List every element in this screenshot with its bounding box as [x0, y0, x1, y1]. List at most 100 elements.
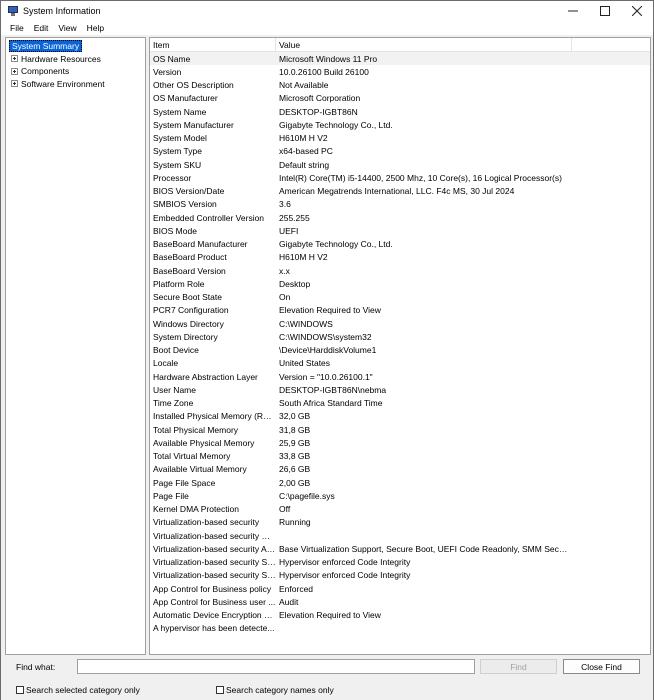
column-header-item[interactable]: Item — [150, 38, 276, 52]
row-item-cell: Total Physical Memory — [153, 424, 239, 435]
window-controls — [557, 1, 653, 21]
minimize-button[interactable] — [557, 1, 589, 21]
row-item-cell: Locale — [153, 358, 179, 369]
table-row[interactable]: System SKU Default string — [150, 158, 650, 171]
tree-item-system-summary[interactable]: System Summary — [8, 40, 143, 53]
tree-item-hardware-resources[interactable]: Hardware Resources — [8, 53, 143, 66]
search-selected-category-checkbox[interactable]: Search selected category only — [16, 685, 140, 695]
table-row[interactable]: Virtualization-based security Re... — [150, 529, 650, 542]
details-list[interactable]: Item Value OS Name Microsoft Windows 11 P… — [149, 37, 651, 655]
table-row[interactable]: Total Physical Memory 31,8 GB — [150, 423, 650, 436]
table-row[interactable]: Boot Device \Device\HarddiskVolume1 — [150, 344, 650, 357]
table-row[interactable]: Time Zone South Africa Standard Time — [150, 397, 650, 410]
table-row[interactable]: A hypervisor has been detecte... — [150, 622, 650, 635]
plus-expander-icon[interactable] — [11, 67, 18, 75]
row-value-cell: 32,0 GB — [279, 411, 311, 422]
table-row[interactable]: Secure Boot State On — [150, 291, 650, 304]
table-row[interactable]: Virtualization-based security Se... Hyper… — [150, 556, 650, 569]
tree-item-components[interactable]: Components — [8, 65, 143, 78]
table-row[interactable]: Locale United States — [150, 357, 650, 370]
row-value-cell: Off — [279, 504, 291, 515]
table-row[interactable]: System Name DESKTOP-IGBT86N — [150, 105, 650, 118]
row-item-cell: Kernel DMA Protection — [153, 504, 239, 515]
table-row[interactable]: BaseBoard Product H610M H V2 — [150, 251, 650, 264]
table-row[interactable]: Kernel DMA Protection Off — [150, 503, 650, 516]
close-find-button[interactable]: Close Find — [563, 659, 640, 674]
table-row[interactable]: BaseBoard Manufacturer Gigabyte Technolog… — [150, 238, 650, 251]
search-category-names-checkbox[interactable]: Search category names only — [216, 685, 334, 695]
menu-help[interactable]: Help — [82, 23, 109, 33]
table-row[interactable]: App Control for Business user ... Audit — [150, 595, 650, 608]
table-row[interactable]: Installed Physical Memory (RAM) 32,0 GB — [150, 410, 650, 423]
checkbox-box[interactable] — [216, 686, 224, 694]
row-item-cell: OS Name — [153, 53, 191, 64]
title-bar[interactable]: System Information — [1, 1, 653, 21]
row-item-cell: Processor — [153, 172, 192, 183]
table-row[interactable]: PCR7 Configuration Elevation Required to … — [150, 304, 650, 317]
table-row[interactable]: System Type x64-based PC — [150, 145, 650, 158]
maximize-button[interactable] — [589, 1, 621, 21]
plus-expander-icon[interactable] — [11, 80, 18, 88]
row-value-cell: H610M H V2 — [279, 252, 328, 263]
row-item-cell: Virtualization-based security — [153, 517, 260, 528]
table-row[interactable]: App Control for Business policy Enforced — [150, 582, 650, 595]
table-row[interactable]: SMBIOS Version 3.6 — [150, 198, 650, 211]
table-row[interactable]: BaseBoard Version x.x — [150, 264, 650, 277]
table-row[interactable]: Page File C:\pagefile.sys — [150, 489, 650, 502]
table-row[interactable]: OS Manufacturer Microsoft Corporation — [150, 92, 650, 105]
checkbox-box[interactable] — [16, 686, 24, 694]
table-row[interactable]: System Model H610M H V2 — [150, 132, 650, 145]
find-what-input[interactable] — [77, 659, 475, 674]
list-header: Item Value — [150, 38, 650, 52]
row-value-cell: Gigabyte Technology Co., Ltd. — [279, 239, 393, 250]
category-tree[interactable]: System Summary Hardware Resources Compon… — [5, 37, 146, 655]
table-row[interactable]: Total Virtual Memory 33,8 GB — [150, 450, 650, 463]
table-row[interactable]: Available Physical Memory 25,9 GB — [150, 436, 650, 449]
table-row[interactable]: Page File Space 2,00 GB — [150, 476, 650, 489]
table-row[interactable]: Virtualization-based security Se... Hyper… — [150, 569, 650, 582]
table-row[interactable]: Available Virtual Memory 26,6 GB — [150, 463, 650, 476]
table-row[interactable]: OS Name Microsoft Windows 11 Pro — [150, 52, 650, 66]
menu-file[interactable]: File — [5, 23, 29, 33]
tree-item-software-environment[interactable]: Software Environment — [8, 78, 143, 91]
row-value-cell: On — [279, 292, 291, 303]
system-information-icon — [8, 6, 18, 16]
row-item-cell: System Name — [153, 106, 207, 117]
table-row[interactable]: BIOS Mode UEFI — [150, 224, 650, 237]
menu-edit[interactable]: Edit — [29, 23, 54, 33]
list-rows: OS Name Microsoft Windows 11 Pro Version 10… — [150, 52, 650, 635]
plus-expander-icon[interactable] — [11, 55, 18, 63]
table-row[interactable]: System Manufacturer Gigabyte Technology C… — [150, 118, 650, 131]
menu-bar: File Edit View Help — [1, 21, 653, 35]
checkbox-label: Search category names only — [226, 685, 334, 695]
table-row[interactable]: Embedded Controller Version 255.255 — [150, 211, 650, 224]
table-row[interactable]: System Directory C:\WINDOWS\system32 — [150, 330, 650, 343]
row-item-cell: Version — [153, 66, 182, 77]
row-value-cell: Not Available — [279, 80, 329, 91]
find-button[interactable]: Find — [480, 659, 557, 674]
row-value-cell: Microsoft Corporation — [279, 93, 361, 104]
table-row[interactable]: Processor Intel(R) Core(TM) i5-14400, 250… — [150, 171, 650, 184]
row-item-cell: BIOS Version/Date — [153, 186, 225, 197]
row-value-cell: 31,8 GB — [279, 424, 311, 435]
table-row[interactable]: Virtualization-based security Av... Base … — [150, 542, 650, 555]
row-item-cell: System Manufacturer — [153, 119, 234, 130]
close-button[interactable] — [621, 1, 653, 21]
row-value-cell: x64-based PC — [279, 146, 333, 157]
table-row[interactable]: Hardware Abstraction Layer Version = "10.… — [150, 370, 650, 383]
tree-item-label: Software Environment — [21, 78, 105, 89]
table-row[interactable]: Windows Directory C:\WINDOWS — [150, 317, 650, 330]
table-row[interactable]: Other OS Description Not Available — [150, 79, 650, 92]
row-value-cell: DESKTOP-IGBT86N\nebma — [279, 384, 387, 395]
row-item-cell: Available Virtual Memory — [153, 464, 247, 475]
table-row[interactable]: BIOS Version/Date American Megatrends Int… — [150, 185, 650, 198]
table-row[interactable]: User Name DESKTOP-IGBT86N\nebma — [150, 383, 650, 396]
column-header-value[interactable]: Value — [276, 38, 572, 52]
table-row[interactable]: Automatic Device Encryption Su... Elevati… — [150, 609, 650, 622]
menu-view[interactable]: View — [53, 23, 81, 33]
system-information-window: System Information File Edit View Help S… — [0, 0, 654, 700]
row-value-cell: 33,8 GB — [279, 451, 311, 462]
table-row[interactable]: Platform Role Desktop — [150, 277, 650, 290]
table-row[interactable]: Version 10.0.26100 Build 26100 — [150, 65, 650, 78]
table-row[interactable]: Virtualization-based security Running — [150, 516, 650, 529]
